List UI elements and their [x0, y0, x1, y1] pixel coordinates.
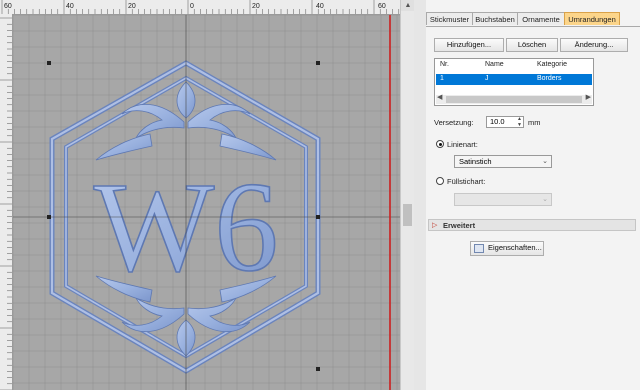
fill-type-radio[interactable]: [436, 177, 444, 185]
ruler-label: 40: [66, 3, 74, 10]
scrollbar-thumb[interactable]: [403, 204, 412, 226]
ruler-label: 40: [316, 3, 324, 10]
vertical-scrollbar[interactable]: ▲: [400, 0, 414, 390]
ruler-label: 0: [190, 3, 194, 10]
offset-value: 10.0: [490, 117, 505, 126]
column-header-category[interactable]: Kategorie: [537, 61, 567, 68]
design-canvas[interactable]: W6 60 40 20 0 20 40 60 ▲: [0, 0, 414, 390]
properties-button[interactable]: Eigenschaften...: [470, 241, 544, 256]
spinner-icon[interactable]: ▲ ▼: [517, 116, 522, 128]
line-type-value: Satinstich: [459, 157, 492, 166]
chevron-down-icon: ⌄: [542, 196, 548, 203]
tab-buchstaben[interactable]: Buchstaben: [472, 12, 518, 25]
properties-icon: [474, 244, 484, 253]
scroll-right-icon[interactable]: ▶: [586, 93, 591, 101]
table-horizontal-scrollbar[interactable]: ◀ ▶: [436, 93, 592, 104]
offset-input[interactable]: 10.0 ▲ ▼: [486, 116, 524, 128]
ruler-label: 20: [252, 3, 260, 10]
scroll-left-icon[interactable]: ◀: [437, 93, 442, 101]
ruler-label: 60: [4, 3, 12, 10]
chevron-down-icon: ⌄: [542, 158, 548, 165]
ruler-vertical: [0, 14, 13, 390]
cell-nr: 1: [440, 75, 444, 82]
ruler-horizontal: 60 40 20 0 20 40 60: [0, 0, 400, 15]
properties-button-label: Eigenschaften...: [488, 243, 542, 252]
offset-unit: mm: [528, 118, 541, 127]
add-button[interactable]: Hinzufügen...: [434, 38, 504, 52]
embroidery-design[interactable]: W6: [0, 0, 400, 390]
change-button[interactable]: Änderung...: [560, 38, 628, 52]
cell-name: J: [485, 75, 489, 82]
tab-bar: Stickmuster Buchstaben Ornamente Umrandu…: [426, 12, 640, 27]
fill-type-select: ⌄: [454, 193, 552, 206]
properties-panel: Stickmuster Buchstaben Ornamente Umrandu…: [426, 0, 640, 390]
fill-type-label[interactable]: Füllstichart:: [447, 177, 485, 186]
expand-arrow-icon[interactable]: ▷: [432, 221, 437, 229]
tab-stickmuster[interactable]: Stickmuster: [426, 12, 473, 25]
tab-umrandungen[interactable]: Umrandungen: [564, 12, 620, 25]
tab-ornamente[interactable]: Ornamente: [517, 12, 565, 25]
column-header-nr[interactable]: Nr.: [440, 61, 449, 68]
cell-category: Borders: [537, 75, 562, 82]
ruler-label: 60: [378, 3, 386, 10]
line-type-select[interactable]: Satinstich ⌄: [454, 155, 552, 168]
borders-table[interactable]: Nr. Name Kategorie 1 J Borders ◀ ▶: [434, 58, 594, 106]
line-type-label[interactable]: Linienart:: [447, 140, 478, 149]
table-scrollbar-thumb[interactable]: [446, 96, 582, 103]
section-header-advanced[interactable]: ▷ Erweitert: [428, 219, 636, 231]
offset-label: Versetzung:: [434, 118, 474, 127]
column-header-name[interactable]: Name: [485, 61, 504, 68]
scroll-up-icon[interactable]: ▲: [401, 0, 414, 11]
table-row[interactable]: 1 J Borders: [436, 74, 592, 85]
ruler-label: 20: [128, 3, 136, 10]
line-type-radio[interactable]: [436, 140, 444, 148]
delete-button[interactable]: Löschen: [506, 38, 558, 52]
section-title: Erweitert: [443, 221, 476, 230]
